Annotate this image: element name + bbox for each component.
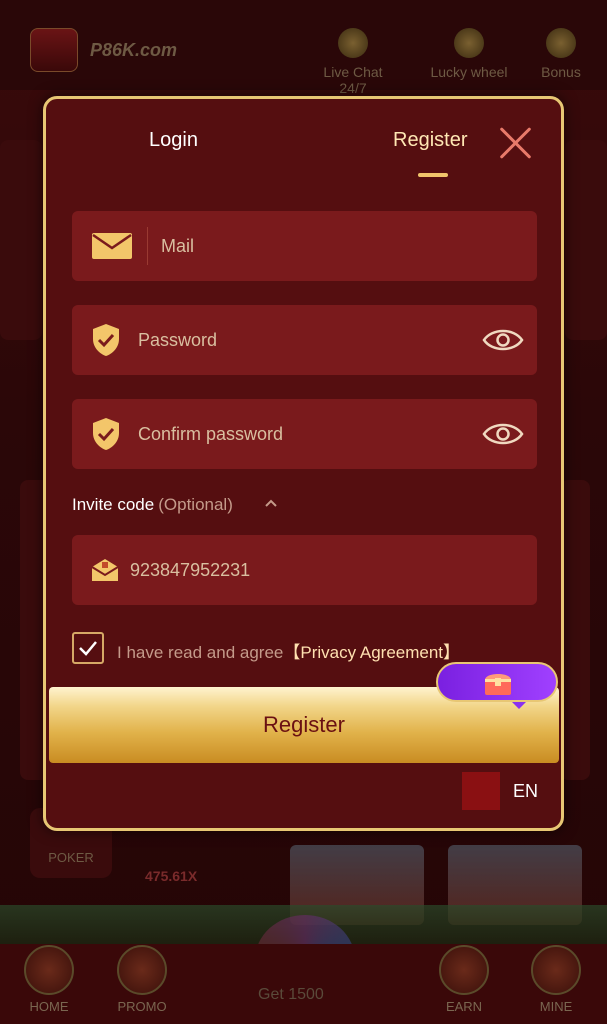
bonus-item[interactable]: Bonus bbox=[516, 28, 606, 80]
invite-optional-text: (Optional) bbox=[158, 495, 233, 514]
privacy-agreement-link[interactable]: 【Privacy Agreement】 bbox=[283, 643, 460, 662]
bottom-nav: HOME PROMO EARN MINE Get 1500 bbox=[0, 944, 607, 1024]
tab-login[interactable]: Login bbox=[149, 129, 198, 152]
agree-text: I have read and agree【Privacy Agreement】 bbox=[117, 643, 461, 662]
wheel-icon bbox=[454, 28, 484, 58]
nav-earn[interactable]: EARN bbox=[429, 945, 499, 1014]
side-panel-right bbox=[565, 140, 607, 340]
checkbox-check-icon bbox=[79, 641, 97, 656]
nav-home[interactable]: HOME bbox=[14, 945, 84, 1014]
language-label[interactable]: EN bbox=[513, 781, 538, 802]
tab-register[interactable]: Register bbox=[393, 129, 467, 152]
agree-checkbox[interactable] bbox=[72, 632, 104, 664]
headset-icon bbox=[338, 28, 368, 58]
home-icon bbox=[24, 945, 74, 995]
password-field bbox=[72, 305, 537, 375]
live-chat-item[interactable]: Live Chat 24/7 bbox=[308, 28, 398, 96]
shield-check-icon bbox=[93, 324, 119, 356]
confirm-password-input[interactable] bbox=[138, 399, 468, 469]
treasure-chest-icon bbox=[485, 674, 511, 695]
close-icon[interactable] bbox=[498, 125, 534, 161]
multiplier-text: 475.61X bbox=[145, 868, 198, 884]
mail-field bbox=[72, 211, 537, 281]
language-flag[interactable] bbox=[462, 772, 500, 810]
confirm-password-field bbox=[72, 399, 537, 469]
app-logo bbox=[30, 28, 78, 72]
shield-check-icon bbox=[93, 418, 119, 450]
mine-icon bbox=[531, 945, 581, 995]
side-games-right bbox=[560, 480, 590, 780]
mail-icon bbox=[92, 233, 132, 259]
register-modal: Login Register Mail Invite code (Optiona… bbox=[43, 96, 564, 831]
nav-promo[interactable]: PROMO bbox=[107, 945, 177, 1014]
get-bonus-text: Get 1500 bbox=[258, 986, 324, 1003]
lucky-wheel-item[interactable]: Lucky wheel bbox=[424, 28, 514, 80]
eye-icon[interactable] bbox=[482, 419, 524, 449]
chevron-up-icon[interactable] bbox=[263, 495, 279, 511]
side-panel-left bbox=[0, 140, 42, 340]
active-tab-indicator bbox=[418, 173, 448, 177]
eye-icon[interactable] bbox=[482, 325, 524, 355]
invite-code-input[interactable] bbox=[130, 535, 460, 605]
promo-bubble[interactable] bbox=[436, 662, 558, 709]
mail-input[interactable] bbox=[161, 211, 491, 281]
invite-code-field bbox=[72, 535, 537, 605]
top-bar: P86K.com Live Chat 24/7 Lucky wheel Bonu… bbox=[0, 0, 607, 96]
password-input[interactable] bbox=[138, 305, 468, 375]
earn-icon bbox=[439, 945, 489, 995]
nav-mine[interactable]: MINE bbox=[521, 945, 591, 1014]
promo-icon bbox=[117, 945, 167, 995]
field-separator bbox=[147, 227, 148, 265]
gift-icon bbox=[546, 28, 576, 58]
brand-name: P86K.com bbox=[90, 40, 178, 60]
gift-envelope-icon bbox=[91, 559, 119, 581]
invite-code-label: Invite code (Optional) bbox=[72, 495, 233, 514]
